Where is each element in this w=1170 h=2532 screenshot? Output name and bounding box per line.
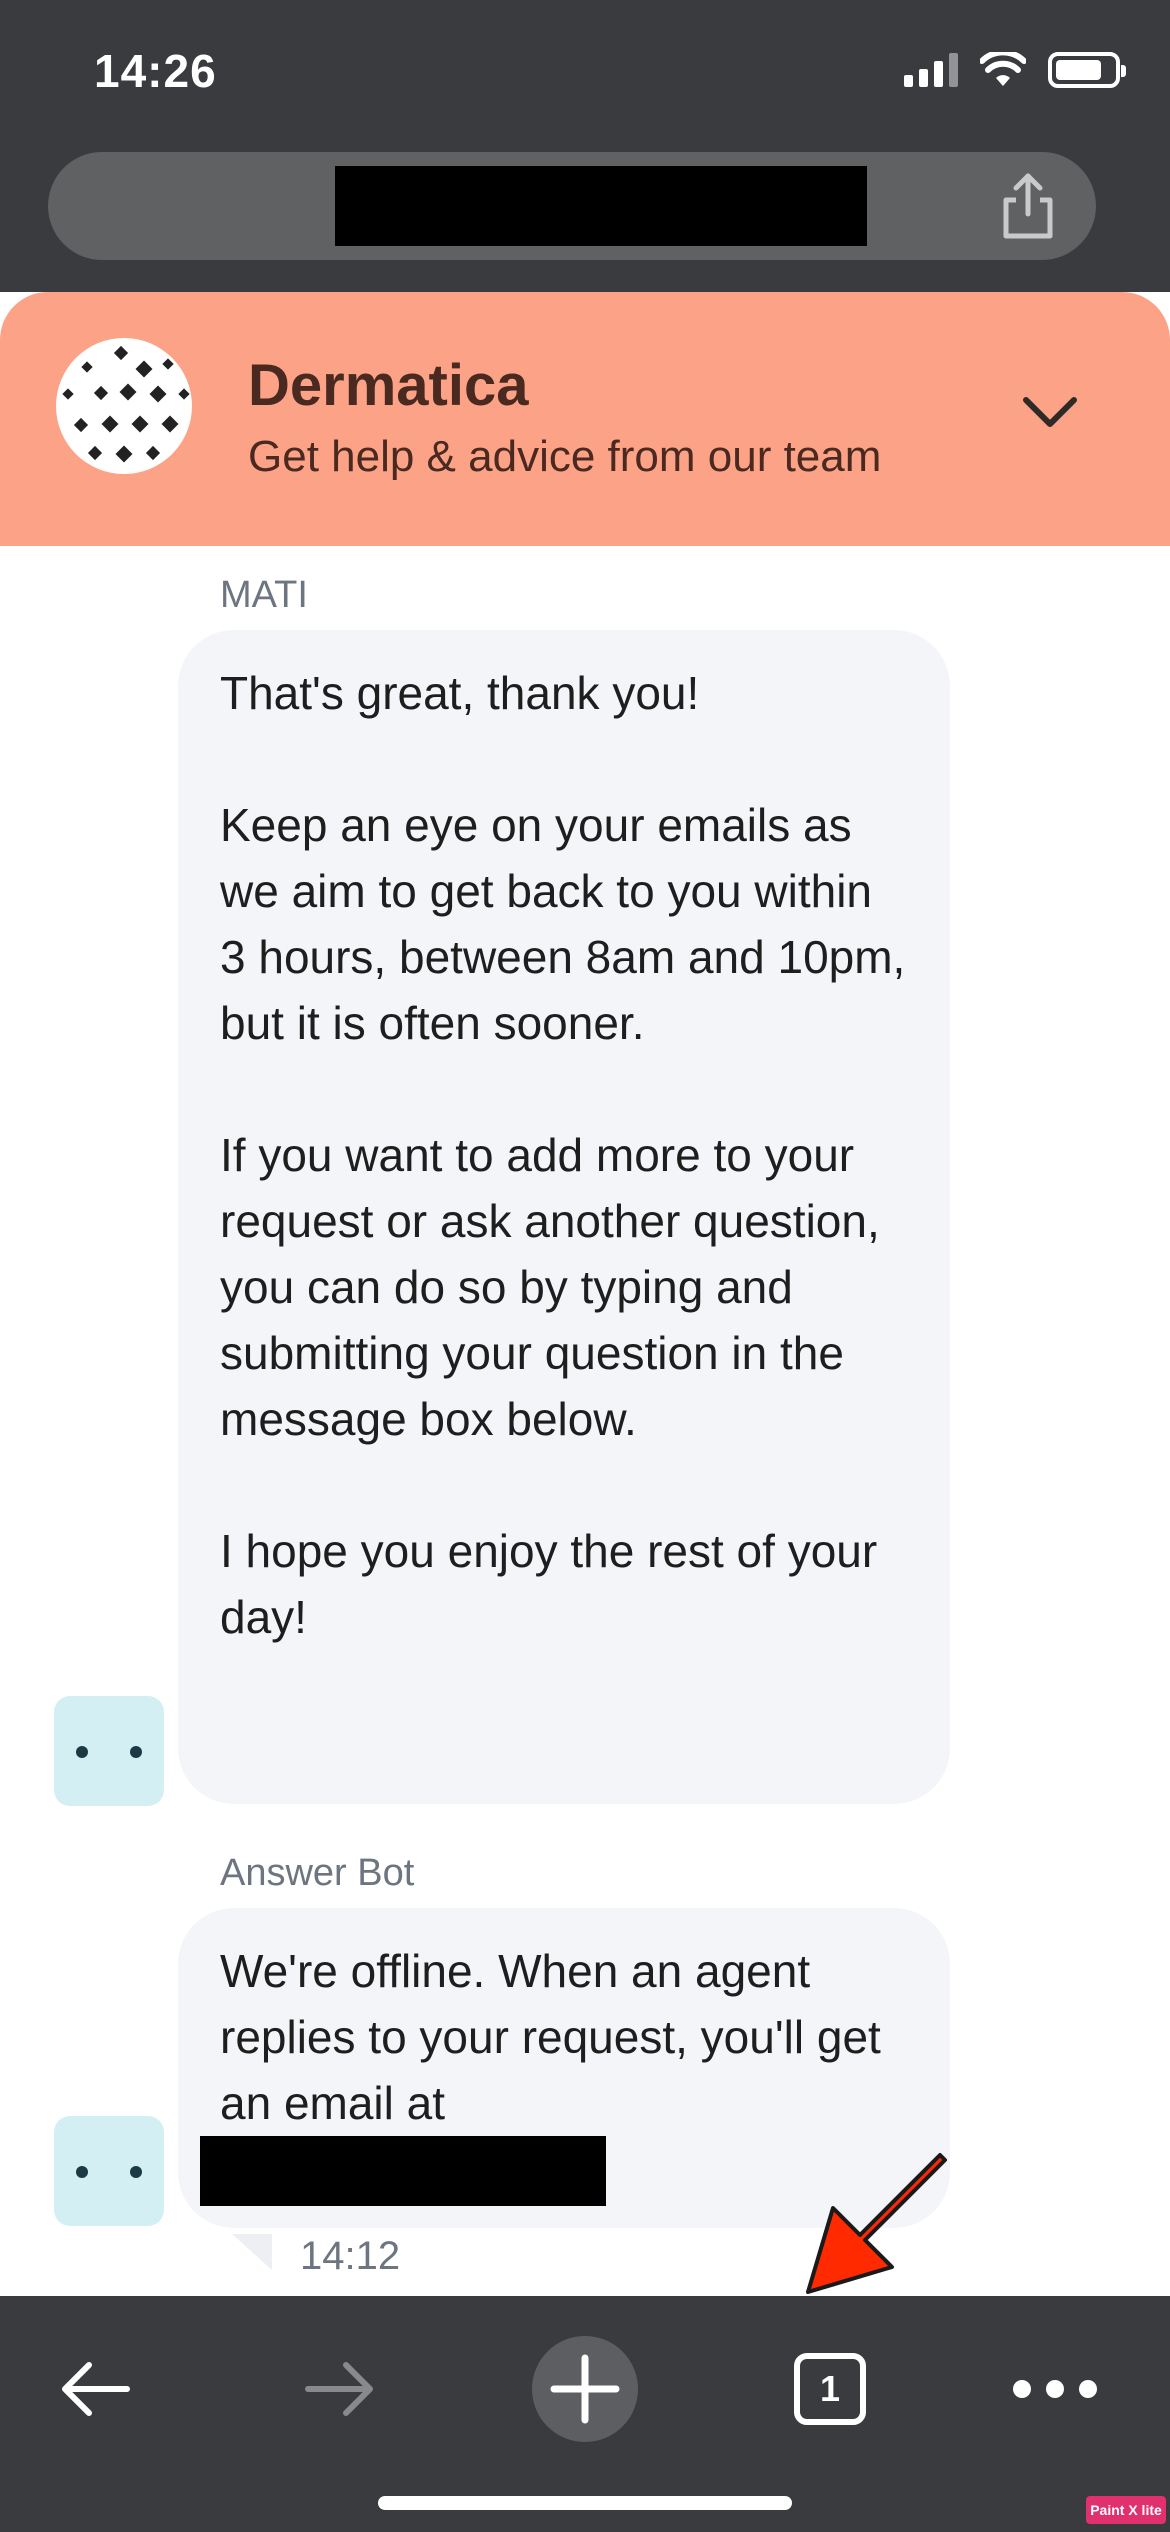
watermark-badge: Paint X lite	[1086, 2496, 1166, 2524]
tabs-button[interactable]: 1	[775, 2334, 885, 2444]
back-button[interactable]	[40, 2334, 150, 2444]
status-icons	[904, 52, 1126, 88]
message-timestamp: 14:12	[300, 2234, 401, 2278]
chevron-down-icon[interactable]	[1018, 388, 1082, 436]
home-indicator[interactable]	[378, 2496, 792, 2510]
tab-count: 1	[820, 2368, 840, 2409]
arrow-right-icon	[305, 2362, 373, 2416]
cellular-signal-icon	[904, 53, 958, 87]
menu-button[interactable]	[1000, 2334, 1110, 2444]
new-tab-button[interactable]	[530, 2334, 640, 2444]
bubble-tail	[232, 2234, 272, 2270]
message-sender: MATI	[220, 574, 308, 616]
bot-avatar	[54, 2116, 164, 2226]
chat-header: Dermatica Get help & advice from our tea…	[0, 292, 1170, 546]
redacted-email	[200, 2136, 606, 2206]
message-sender: Answer Bot	[220, 1852, 415, 1894]
red-arrow-annotation-icon	[806, 2153, 947, 2294]
agent-avatar	[54, 1696, 164, 1806]
wifi-icon	[980, 52, 1026, 86]
battery-icon	[1048, 52, 1126, 88]
share-icon[interactable]	[996, 170, 1060, 242]
forward-button[interactable]	[285, 2334, 395, 2444]
message-bubble: That's great, thank you! Keep an eye on …	[178, 630, 950, 1804]
plus-circle-icon	[532, 2336, 638, 2442]
chat-brand-title: Dermatica	[248, 353, 529, 418]
arrow-left-icon	[62, 2362, 130, 2416]
brand-logo	[56, 338, 192, 474]
status-time: 14:26	[94, 45, 217, 97]
tabs-icon: 1	[794, 2353, 866, 2425]
chat-subtitle: Get help & advice from our team	[248, 432, 882, 481]
redacted-url	[335, 166, 867, 246]
more-horizontal-icon	[1013, 2380, 1097, 2398]
